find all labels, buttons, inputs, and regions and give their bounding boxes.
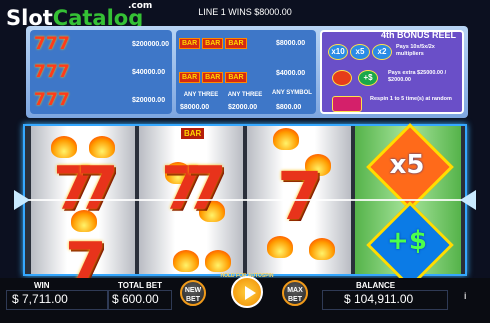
bar-icon: BAR: [179, 72, 201, 83]
bonus-reel-panel: 4th BONUS REEL x10 x5 x2 Pays 10x/5x/2x …: [320, 30, 464, 114]
seven-icon: 7: [58, 34, 70, 54]
bonus-title: 4th BONUS REEL: [380, 30, 456, 40]
paytable-row: 777 $20000.00: [34, 90, 165, 114]
payline-right-arrow-icon: [460, 190, 476, 210]
seven-icon: 7: [34, 62, 46, 82]
any-three-label: ANY THREE: [227, 92, 263, 98]
respin-icon: [332, 96, 362, 112]
bar-icon: BAR: [181, 128, 205, 139]
bar-icon: BAR: [202, 38, 224, 49]
seven-icon: 7: [58, 90, 70, 110]
prize-value: $200000.00: [132, 41, 169, 48]
multiplier-symbol: x5: [389, 150, 425, 180]
balance-label: BALANCE: [356, 281, 396, 290]
flame-icon: [71, 210, 97, 232]
sevens-icon: [332, 70, 352, 86]
logo-suffix: .com: [128, 1, 153, 11]
new-bet-button[interactable]: NEW BET: [180, 280, 206, 306]
plus-dollar-icon: +$: [358, 70, 378, 86]
win-banner: LINE 1 WINS $8000.00: [198, 7, 292, 17]
seven-icon: 7: [34, 34, 46, 54]
respin-text: Respin 1 to 5 time(s) at random: [370, 96, 452, 102]
paytable: 777 $200000.00 777 $40000.00 777 $20000.…: [26, 26, 468, 118]
paytable-row: 777 $200000.00: [34, 34, 169, 58]
payline: [14, 199, 476, 201]
flame-icon: [309, 238, 335, 260]
bar-icon: BAR: [225, 38, 247, 49]
any-symbol-label: ANY SYMBOL: [272, 90, 312, 96]
prize-value: $2000.00: [228, 104, 258, 111]
bar-icon: BAR: [179, 38, 201, 49]
seven-icon: 7: [185, 154, 227, 224]
seven-icon: 7: [34, 90, 46, 110]
flame-icon: [173, 250, 199, 272]
prize-value: $20000.00: [132, 97, 166, 104]
flame-icon: [267, 236, 293, 258]
multiplier-badge: x2: [372, 44, 392, 60]
total-bet-value: $ 600.00: [112, 292, 159, 306]
payline-left-arrow-icon: [14, 190, 30, 210]
seven-icon: 7: [46, 34, 58, 54]
seven-icon: 7: [58, 62, 70, 82]
paytable-row: 777 $40000.00: [34, 62, 165, 86]
win-label: WIN: [34, 281, 50, 290]
play-icon: [245, 286, 256, 300]
prize-value: $40000.00: [132, 69, 166, 76]
max-bet-button[interactable]: MAX BET: [282, 280, 308, 306]
prize-value: $4000.00: [276, 70, 306, 77]
plus-dollar-symbol: +$: [387, 226, 427, 256]
bar-row: BAR BAR BAR: [178, 66, 268, 84]
prize-value: $800.00: [276, 104, 302, 111]
bar-icon: BAR: [225, 72, 247, 83]
multiplier-badge: x10: [328, 44, 348, 60]
bar-stack: BAR BAR BAR: [178, 32, 268, 50]
multiplier-text: Pays 10x/5x/2x multipliers: [396, 44, 435, 57]
info-button[interactable]: i: [464, 291, 467, 301]
spin-button[interactable]: [231, 276, 263, 308]
prize-value: $8000.00: [276, 40, 306, 47]
seven-icon: 7: [46, 90, 58, 110]
seven-icon: 7: [46, 62, 58, 82]
total-bet-label: TOTAL BET: [118, 281, 162, 290]
bar-icon: BAR: [202, 72, 224, 83]
any-three-label: ANY THREE: [183, 92, 219, 98]
flame-icon: [205, 250, 231, 272]
flame-icon: [273, 128, 299, 150]
extra-pay-text: Pays extra $25000.00 / $2000.00: [388, 70, 447, 83]
prize-value: $8000.00: [180, 104, 210, 111]
seven-icon: 7: [277, 158, 323, 235]
win-value: $ 7,711.00: [12, 292, 68, 306]
multiplier-badge: x5: [350, 44, 370, 60]
paytable-bars: BAR BAR BAR $8000.00 BAR BAR BAR $4000.00 AN…: [176, 30, 316, 114]
paytable-sevens: 777 $200000.00 777 $40000.00 777 $20000.…: [30, 30, 172, 114]
balance-value: $ 104,911.00: [344, 292, 414, 306]
